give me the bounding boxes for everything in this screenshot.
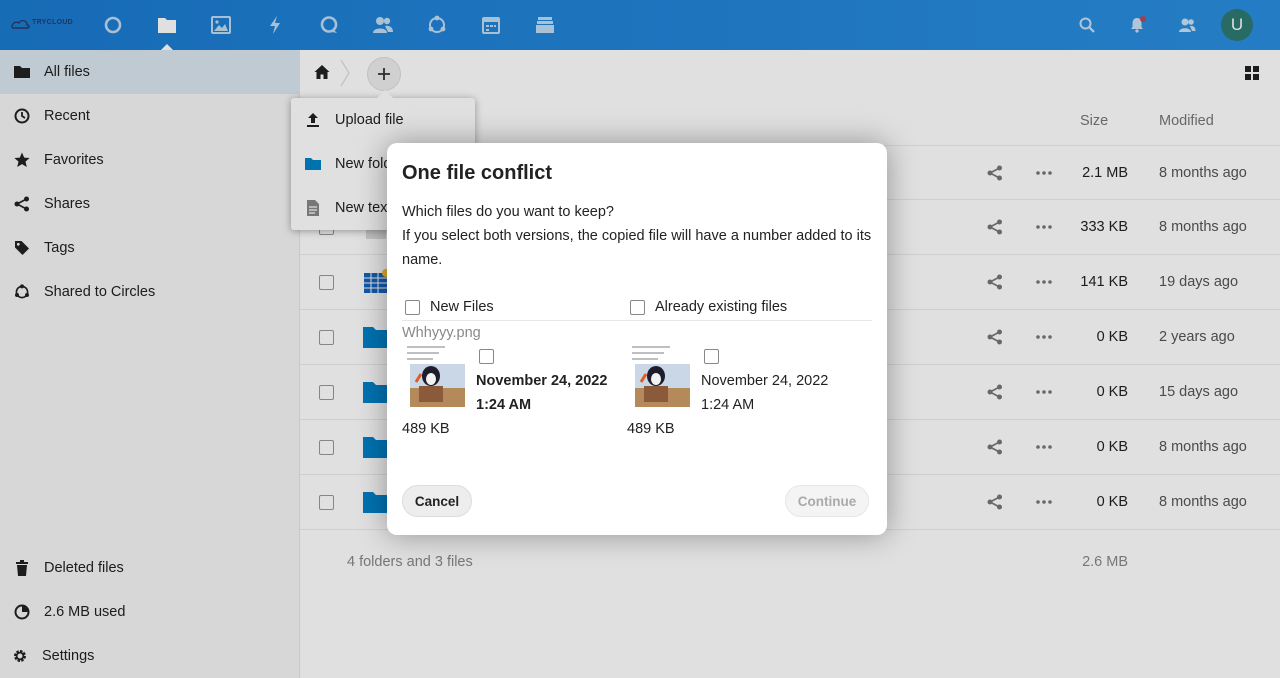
dialog-title: One file conflict: [402, 162, 553, 184]
existing-file-preview: [630, 344, 691, 408]
new-file-time: 1:24 AM: [476, 397, 532, 413]
existing-file-size: 489 KB: [627, 421, 675, 437]
dialog-description: Which files do you want to keep? If you …: [402, 200, 872, 272]
continue-button[interactable]: Continue: [785, 485, 869, 517]
file-conflict-dialog: One file conflict Which files do you wan…: [387, 143, 887, 535]
existing-files-header[interactable]: Already existing files: [630, 299, 787, 315]
dialog-divider: [402, 320, 872, 321]
new-files-label: New Files: [430, 299, 494, 315]
existing-file-date: November 24, 2022: [701, 373, 829, 389]
select-all-new-checkbox[interactable]: [405, 299, 420, 315]
keep-existing-file-checkbox[interactable]: [704, 349, 719, 364]
cancel-button[interactable]: Cancel: [402, 485, 472, 517]
new-file-timestamp: November 24, 2022 1:24 AM: [476, 369, 607, 417]
select-all-existing-checkbox[interactable]: [630, 299, 645, 315]
keep-new-file-checkbox[interactable]: [479, 349, 494, 364]
new-file-date: November 24, 2022: [476, 373, 608, 389]
conflict-filename: Whhyyy.png: [402, 325, 481, 341]
new-file-preview: [405, 344, 466, 408]
existing-files-label: Already existing files: [655, 299, 788, 315]
dialog-question: Which files do you want to keep?: [402, 204, 614, 220]
dialog-explanation: If you select both versions, the copied …: [402, 228, 872, 268]
new-files-header[interactable]: New Files: [405, 299, 494, 315]
existing-file-timestamp: November 24, 2022 1:24 AM: [701, 369, 828, 417]
existing-file-time: 1:24 AM: [701, 397, 755, 413]
new-file-size: 489 KB: [402, 421, 450, 437]
